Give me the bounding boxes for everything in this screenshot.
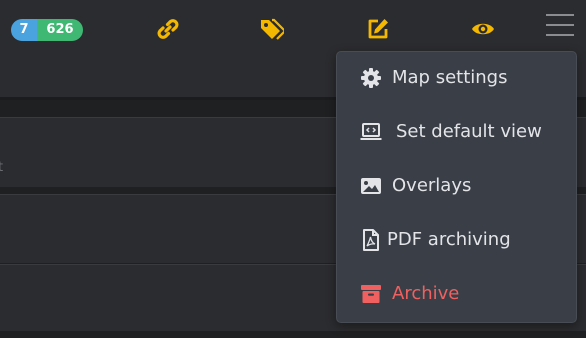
pdf-file-icon (359, 228, 383, 252)
menu-item-label: Overlays (392, 175, 472, 196)
laptop-code-icon (359, 120, 383, 144)
menu-item-label: Archive (392, 283, 460, 304)
count-badge: 7 (11, 19, 37, 41)
list-item-text: t (0, 160, 4, 175)
link-icon[interactable] (155, 16, 181, 42)
hamburger-menu-icon[interactable] (546, 12, 574, 38)
menu-item-map-settings[interactable]: Map settings (337, 58, 576, 98)
gear-icon (359, 66, 383, 90)
menu-item-label: Map settings (392, 67, 508, 88)
eye-icon[interactable] (470, 16, 496, 42)
settings-dropdown-menu: Map settings Set default view Overlays P… (336, 51, 577, 323)
menu-item-overlays[interactable]: Overlays (337, 166, 576, 206)
archive-box-icon (359, 282, 383, 306)
edit-icon[interactable] (365, 16, 391, 42)
menu-item-pdf-archiving[interactable]: PDF archiving (337, 220, 576, 260)
menu-item-set-default-view[interactable]: Set default view (337, 112, 576, 152)
menu-item-label: PDF archiving (387, 229, 511, 250)
menu-item-archive[interactable]: Archive (337, 274, 576, 314)
image-icon (359, 174, 383, 198)
tags-icon[interactable] (258, 16, 284, 42)
menu-item-label: Set default view (396, 121, 542, 142)
total-badge: 626 (37, 19, 83, 41)
